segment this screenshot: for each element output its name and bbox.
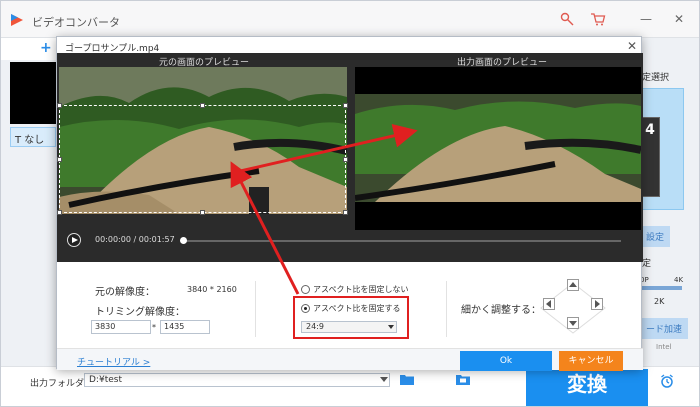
dialog-close-button[interactable]: ✕: [627, 39, 637, 53]
tutorial-link[interactable]: チュートリアル >: [77, 355, 150, 368]
current-time: 00:00:00: [95, 235, 131, 244]
crop-handle-bl[interactable]: [57, 210, 62, 215]
adjust-right-button[interactable]: [591, 298, 603, 310]
resolution-value: 2K: [654, 297, 665, 306]
open-folder-icon[interactable]: [400, 374, 414, 385]
format-thumb: 4: [640, 117, 660, 197]
file-thumbnail[interactable]: [10, 62, 56, 124]
playback-time: 00:00:00 / 00:01:57: [95, 235, 175, 244]
original-resolution-value: 3840 * 2160: [187, 285, 237, 294]
crop-width-input[interactable]: 3830: [91, 320, 151, 334]
subtitle-chip[interactable]: T なし: [10, 127, 56, 147]
adjust-left-button[interactable]: [543, 298, 555, 310]
add-file-button[interactable]: +: [40, 40, 52, 56]
crop-height-input[interactable]: 1435: [160, 320, 210, 334]
adjust-up-button[interactable]: [567, 279, 579, 291]
duration: / 00:01:57: [133, 235, 175, 244]
format-select-heading: 定選択: [642, 73, 670, 83]
fine-adjust-label: 細かく調整する：: [461, 305, 541, 316]
crop-handle-tl[interactable]: [57, 103, 62, 108]
app-logo-icon: [11, 14, 23, 26]
crop-handle-br[interactable]: [343, 210, 348, 215]
alarm-clock-icon[interactable]: [660, 374, 674, 388]
quality-label: 定: [642, 259, 652, 269]
window-close-button[interactable]: ✕: [672, 12, 686, 26]
output-folder-icon[interactable]: [456, 374, 470, 385]
output-folder-field[interactable]: D:¥test: [84, 373, 390, 387]
highlight-box: [293, 296, 409, 339]
crop-handle-bc[interactable]: [200, 210, 205, 215]
intel-badge: Intel: [656, 343, 672, 351]
convert-button[interactable]: 変換: [526, 369, 648, 407]
minimize-button[interactable]: —: [639, 12, 653, 26]
key-icon[interactable]: [560, 12, 576, 26]
crop-handle-tc[interactable]: [200, 103, 205, 108]
resolution-slider[interactable]: [636, 286, 682, 290]
divider-right: [446, 281, 447, 337]
cancel-button[interactable]: キャンセル: [559, 351, 623, 371]
crop-handle-mr[interactable]: [343, 157, 348, 162]
crop-resolution-label: トリミング解像度：: [95, 307, 185, 318]
output-folder-dropdown-icon[interactable]: [380, 377, 388, 382]
seek-knob[interactable]: [180, 237, 187, 244]
crop-separator: *: [152, 323, 156, 332]
res-max-label: 4K: [674, 276, 684, 284]
crop-dialog: ゴープロサンプル.mp4 ✕ 元の画面のプレビュー 出力画面のプレビュー 00:…: [56, 36, 643, 371]
hw-accel-button[interactable]: ード加速: [640, 318, 689, 339]
format-thumb-number: 4: [645, 122, 655, 138]
cart-icon[interactable]: [590, 12, 606, 26]
crop-handle-ml[interactable]: [57, 157, 62, 162]
divider-left: [255, 281, 256, 337]
radio-free-ratio[interactable]: [301, 285, 310, 294]
app-title: ビデオコンバータ: [32, 16, 120, 29]
original-resolution-label: 元の解像度：: [95, 287, 155, 298]
seek-bar[interactable]: [181, 240, 621, 242]
play-button[interactable]: [67, 233, 81, 247]
crop-handle-tr[interactable]: [343, 103, 348, 108]
output-preview-video: [355, 94, 641, 202]
crop-frame[interactable]: [59, 105, 346, 213]
settings-button[interactable]: 設定: [640, 226, 671, 247]
free-ratio-label: アスペクト比を固定しない: [313, 285, 409, 294]
adjust-down-button[interactable]: [567, 317, 579, 329]
ok-button[interactable]: Ok: [460, 351, 552, 371]
